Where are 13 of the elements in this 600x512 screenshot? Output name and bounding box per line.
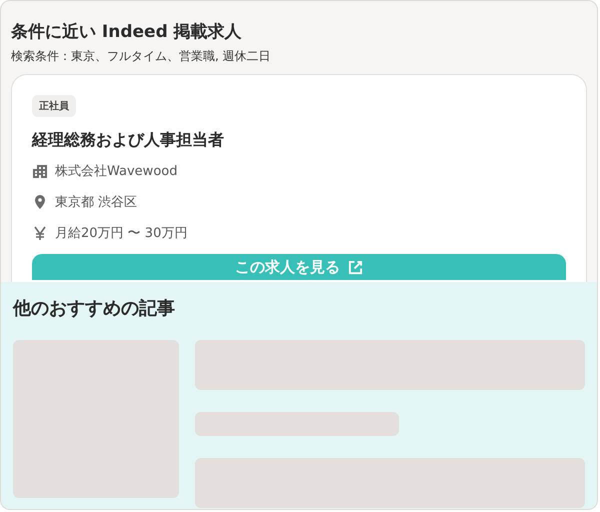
job-title: 経理総務および人事担当者 bbox=[32, 129, 224, 151]
search-conditions: 検索条件：東京、フルタイム、営業職, 週休二日 bbox=[11, 48, 272, 64]
yen-icon bbox=[32, 225, 48, 241]
job-detail: 株式会社Wavewood bbox=[55, 163, 178, 180]
section-title: 条件に近い Indeed 掲載求人 bbox=[11, 21, 243, 44]
external-link-icon bbox=[348, 260, 363, 274]
map-pin-icon bbox=[32, 194, 48, 210]
employment-tag: 正社員 bbox=[32, 95, 76, 117]
view-job-button[interactable]: この求人を見る bbox=[32, 254, 566, 280]
panel-title: 他のおすすめの記事 bbox=[13, 297, 176, 321]
building-icon bbox=[32, 163, 48, 179]
job-detail: 月給20万円 〜 30万円 bbox=[55, 225, 188, 242]
job-detail: 東京都 渋谷区 bbox=[55, 194, 138, 211]
